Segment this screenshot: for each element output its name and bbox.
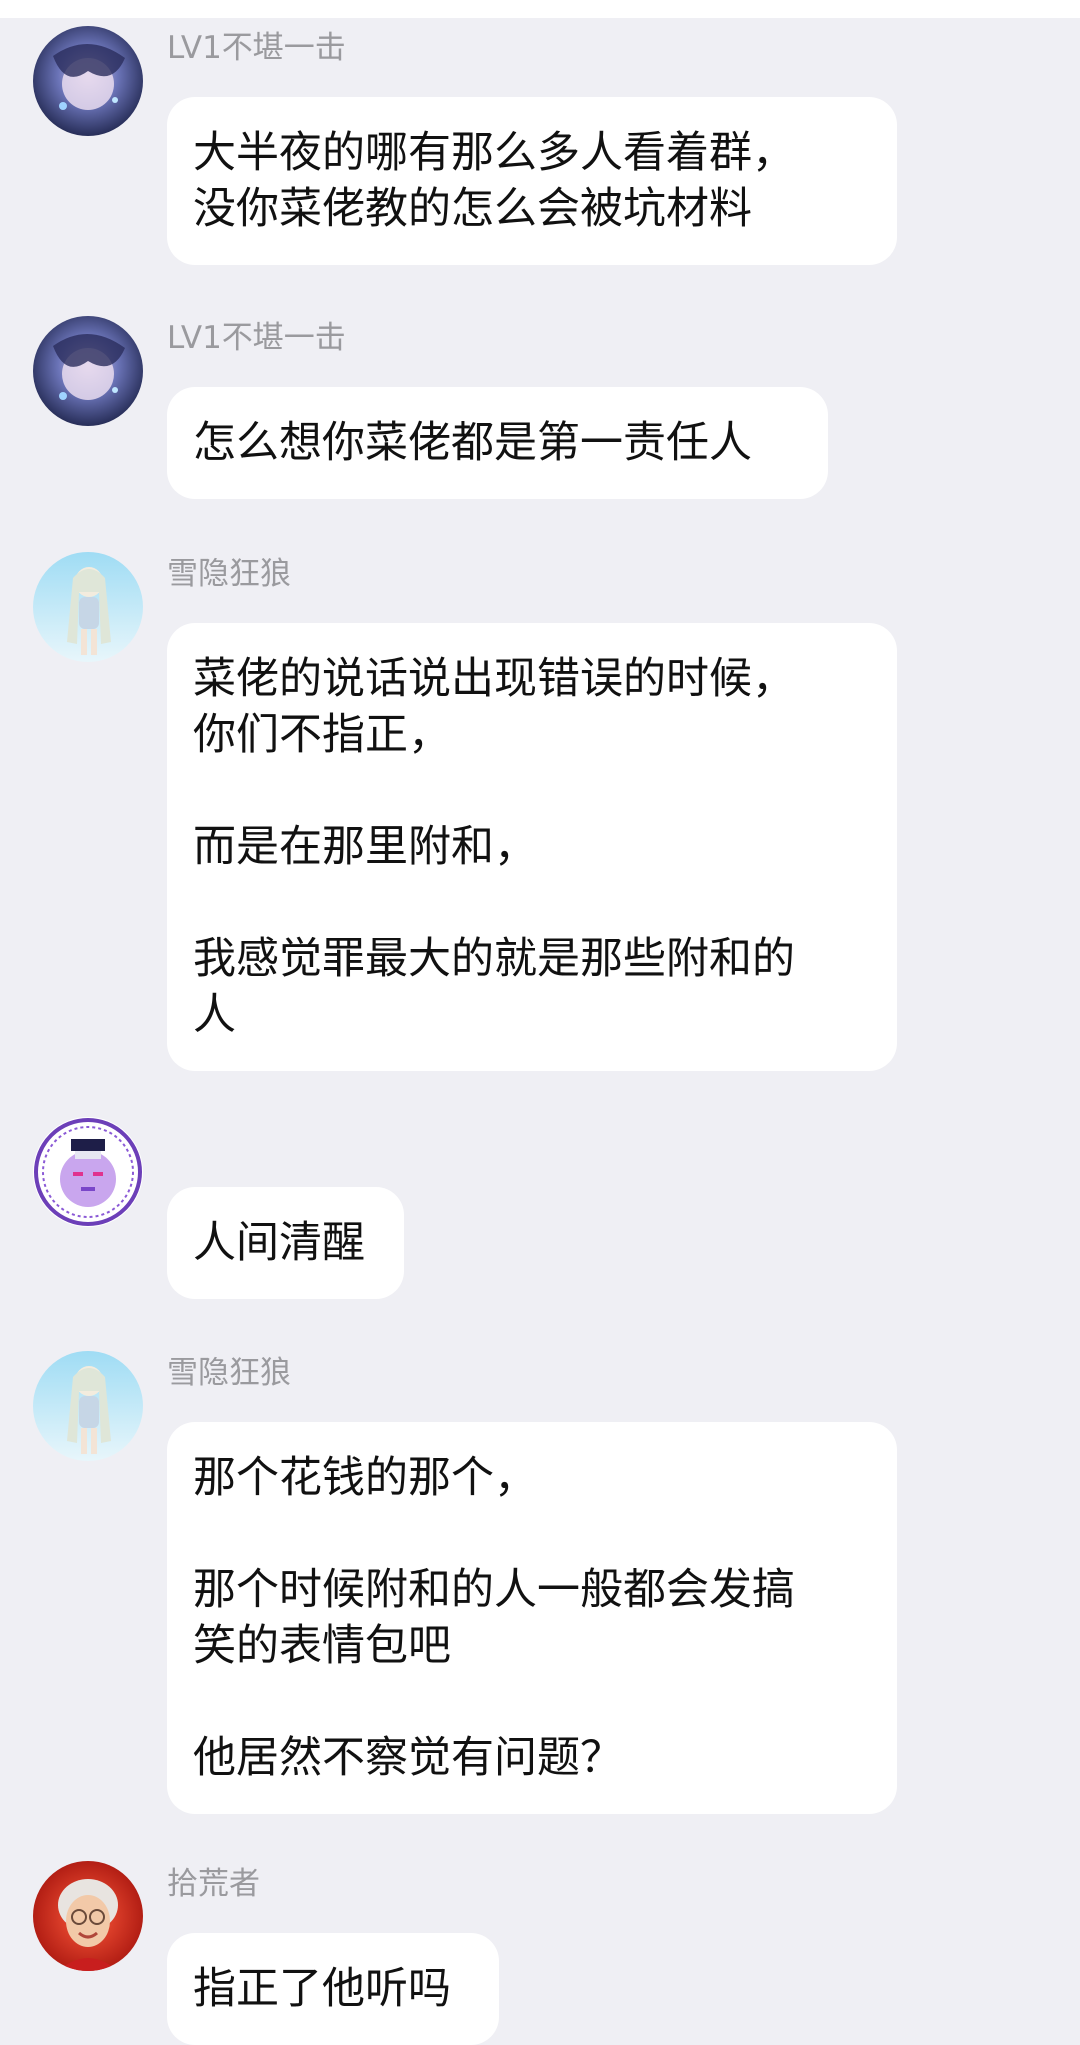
message-text: 那个花钱的那个，: [193, 1453, 537, 1503]
message-bubble[interactable]: 指正了他听吗: [167, 1933, 499, 2045]
message-text: [193, 1674, 871, 1730]
message-text: [193, 1506, 871, 1562]
message-bubble[interactable]: 怎么想你菜佬都是第一责任人: [167, 387, 828, 499]
anime-girl-avatar[interactable]: [33, 1351, 143, 1461]
sender-name[interactable]: LV1不堪一击: [167, 28, 346, 68]
message-text: [193, 763, 871, 819]
message-text: 怎么想你菜佬都是第一责任人: [193, 418, 752, 468]
message-text: 我感觉罪最大的就是那些附和的: [193, 934, 795, 984]
message-bubble[interactable]: 人间清醒: [167, 1187, 404, 1299]
message-text: 笑的表情包吧: [193, 1621, 451, 1671]
sender-name[interactable]: LV1不堪一击: [167, 318, 346, 358]
anime-girl-avatar[interactable]: [33, 552, 143, 662]
galaxy-girl-avatar[interactable]: [33, 316, 143, 426]
galaxy-girl-avatar[interactable]: [33, 26, 143, 136]
message-text: 他居然不察觉有问题？: [193, 1733, 623, 1783]
grandma-avatar[interactable]: [33, 1861, 143, 1971]
message-bubble[interactable]: 那个花钱的那个， 那个时候附和的人一般都会发搞 笑的表情包吧 他居然不察觉有问题…: [167, 1422, 897, 1814]
sender-name[interactable]: 雪隐狂狼: [167, 1353, 291, 1393]
message-text: 你们不指正，: [193, 710, 451, 760]
message-text: 那个时候附和的人一般都会发搞: [193, 1565, 795, 1615]
sender-name[interactable]: 拾荒者: [167, 1864, 260, 1904]
message-text: [193, 875, 871, 931]
message-text: 人: [193, 990, 236, 1040]
message-bubble[interactable]: 大半夜的哪有那么多人看着群， 没你菜佬教的怎么会被坑材料: [167, 97, 897, 265]
message-text: 人间清醒: [193, 1218, 365, 1268]
message-text: 没你菜佬教的怎么会被坑材料: [193, 184, 752, 234]
sender-name[interactable]: 雪隐狂狼: [167, 554, 291, 594]
message-text: 菜佬的说话说出现错误的时候，: [193, 654, 795, 704]
message-text: 而是在那里附和，: [193, 822, 537, 872]
message-text: 大半夜的哪有那么多人看着群，: [193, 128, 795, 178]
message-bubble[interactable]: 菜佬的说话说出现错误的时候， 你们不指正， 而是在那里附和， 我感觉罪最大的就是…: [167, 623, 897, 1071]
message-text: 指正了他听吗: [193, 1964, 451, 2014]
chat-message-list[interactable]: LV1不堪一击 大半夜的哪有那么多人看着群， 没你菜佬教的怎么会被坑材料 LV1…: [0, 0, 1080, 2045]
pixel-badge-avatar[interactable]: [33, 1117, 143, 1227]
